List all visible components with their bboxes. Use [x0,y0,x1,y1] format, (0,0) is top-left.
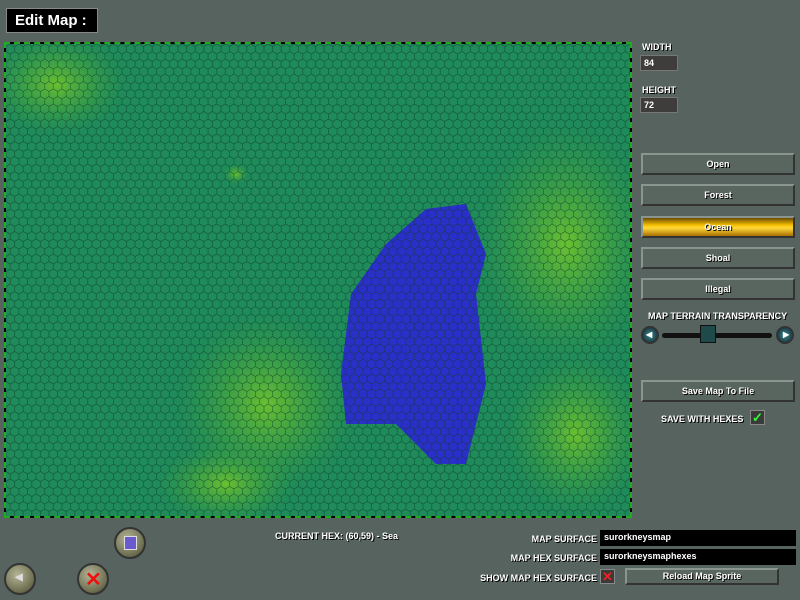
height-label: HEIGHT [642,85,677,95]
terrain-forest-button[interactable]: Forest [641,184,795,206]
reload-map-sprite-button[interactable]: Reload Map Sprite [625,568,779,585]
terrain-open-button[interactable]: Open [641,153,795,175]
height-input[interactable]: 72 [640,97,678,113]
show-hex-surface-label: SHOW MAP HEX SURFACE [480,573,597,583]
arrow-left-icon: ◀ [646,330,653,339]
page-title: Edit Map : [6,8,98,33]
close-icon: ✕ [85,569,102,591]
checkmark-icon: ✓ [752,410,763,425]
map-hex-surface-label: MAP HEX SURFACE [510,553,597,563]
show-hex-surface-checkbox[interactable]: ✕ [600,569,615,584]
terrain-illegal-button[interactable]: Illegal [641,278,795,300]
hex-map-canvas[interactable] [4,42,632,518]
width-label: WIDTH [642,42,672,52]
width-input[interactable]: 84 [640,55,678,71]
cancel-button[interactable]: ✕ [77,563,109,595]
map-surface-label: MAP SURFACE [531,534,597,544]
save-map-button[interactable]: Save Map To File [641,380,795,402]
floppy-disk-icon [124,536,137,550]
back-button[interactable]: ◀ [4,563,36,595]
arrow-right-icon: ▶ [783,330,790,339]
map-hex-surface-input[interactable]: surorkneysmaphexes [600,549,796,565]
terrain-shoal-button[interactable]: Shoal [641,247,795,269]
save-with-hexes-label: SAVE WITH HEXES [661,414,744,424]
transparency-decrease-button[interactable]: ◀ [641,326,659,344]
transparency-slider-thumb[interactable] [700,325,716,343]
transparency-label: MAP TERRAIN TRANSPARENCY [648,311,788,321]
transparency-increase-button[interactable]: ▶ [776,326,794,344]
x-mark-icon: ✕ [602,569,613,584]
current-hex-readout: CURRENT HEX: (60,59) - Sea [275,531,399,541]
transparency-slider-track[interactable] [662,333,772,338]
save-disk-button[interactable] [114,527,146,559]
map-terrain [6,44,630,516]
save-with-hexes-checkbox[interactable]: ✓ [750,410,765,425]
arrow-left-icon: ◀ [15,572,23,583]
map-surface-input[interactable]: surorkneysmap [600,530,796,546]
terrain-ocean-button[interactable]: Ocean [641,216,795,238]
